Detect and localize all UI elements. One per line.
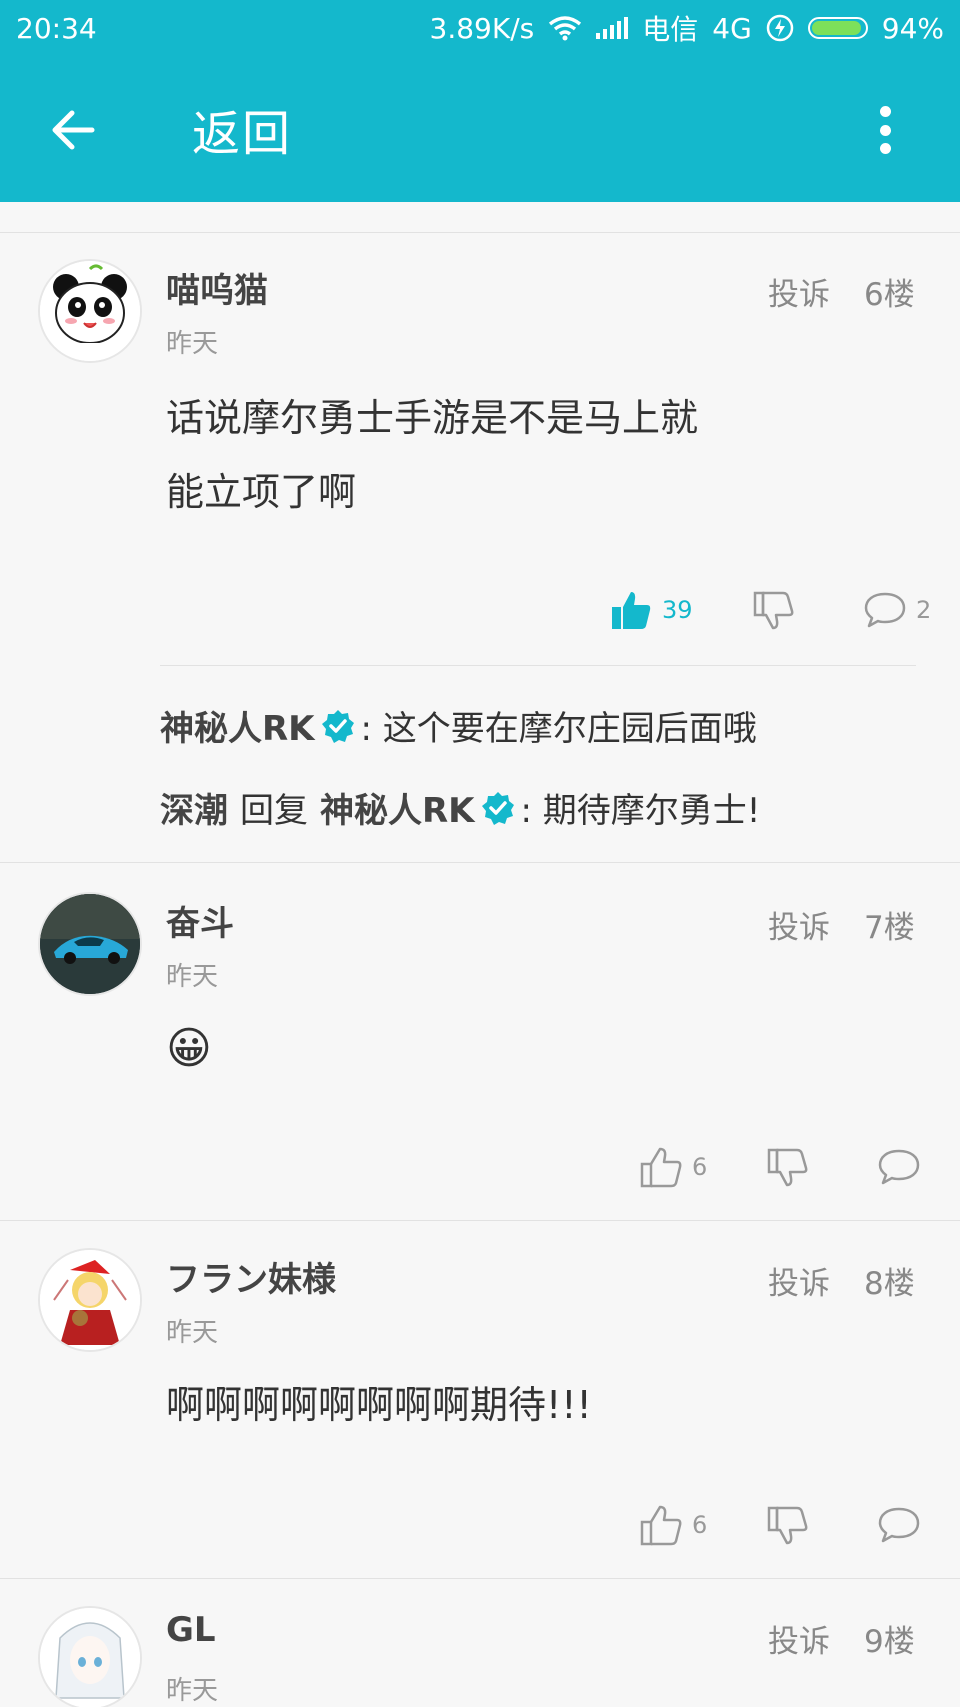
- app-bar: 返回: [0, 56, 960, 202]
- dislike-button[interactable]: [766, 1146, 808, 1188]
- back-button[interactable]: [44, 100, 104, 160]
- username[interactable]: GL: [166, 1610, 216, 1650]
- battery-percent: 94%: [881, 11, 944, 45]
- like-button[interactable]: 6: [640, 1504, 707, 1546]
- avatar[interactable]: [38, 1248, 142, 1352]
- thumbs-down-icon: [767, 1148, 808, 1187]
- wifi-icon: [549, 16, 582, 41]
- floor-number: 8楼: [864, 1266, 915, 1302]
- like-count: 6: [692, 1511, 708, 1539]
- floor-number: 7楼: [864, 910, 915, 946]
- car-avatar-icon: [40, 894, 140, 994]
- comment-item: フラン妹様 昨天 投诉 8楼 啊啊啊啊啊啊啊啊期待!!! 6: [0, 1222, 960, 1579]
- content-line: 话说摩尔勇士手游是不是马上就: [166, 396, 699, 440]
- thumbs-up-icon: [612, 592, 651, 629]
- post-time: 昨天: [166, 1676, 219, 1706]
- report-button[interactable]: 投诉: [768, 1258, 830, 1303]
- network-speed: 3.89K/s: [429, 11, 535, 45]
- floor-number: 6楼: [864, 277, 915, 313]
- reply-item[interactable]: 深潮 回复 神秘人RK : 期待摩尔勇士!: [160, 783, 760, 832]
- comment-count: 2: [916, 596, 932, 624]
- more-dot-icon: [879, 124, 891, 136]
- floor-number: 9楼: [864, 1624, 915, 1660]
- like-count: 6: [692, 1153, 708, 1181]
- carrier-name: 电信: [642, 13, 699, 46]
- username[interactable]: 奋斗: [166, 896, 234, 945]
- comment-button[interactable]: 2: [864, 591, 931, 629]
- like-count: 39: [662, 596, 693, 624]
- charging-icon: [766, 14, 794, 42]
- comment-item: GL 昨天 投诉 9楼: [0, 1580, 960, 1707]
- username[interactable]: フラン妹様: [166, 1252, 336, 1301]
- username[interactable]: 喵呜猫: [166, 263, 268, 312]
- status-bar: 20:34 3.89K/s 电信 4G 94%: [0, 0, 960, 56]
- thumbs-up-icon: [640, 1147, 682, 1188]
- panda-avatar-icon: [40, 261, 140, 361]
- post-content: 啊啊啊啊啊啊啊啊期待!!!: [166, 1383, 592, 1427]
- anime-girl-avatar-icon: [40, 1608, 140, 1707]
- comment-button[interactable]: [878, 1148, 920, 1186]
- more-dot-icon: [879, 143, 891, 154]
- like-button[interactable]: 6: [640, 1146, 707, 1188]
- report-button[interactable]: 投诉: [768, 269, 830, 314]
- comment-button[interactable]: [878, 1506, 920, 1544]
- status-time: 20:34: [16, 11, 97, 45]
- speech-bubble-icon: [878, 1149, 920, 1185]
- more-options-button[interactable]: [870, 100, 900, 160]
- verified-badge-icon: [321, 709, 354, 743]
- thumbs-down-icon: [753, 591, 794, 630]
- avatar[interactable]: [38, 1606, 142, 1707]
- post-time: 昨天: [166, 962, 219, 992]
- arrow-left-icon: [52, 110, 95, 150]
- reply-divider: [160, 665, 916, 666]
- post-content: 😀: [166, 1023, 212, 1074]
- report-button[interactable]: 投诉: [768, 902, 830, 947]
- reply-author[interactable]: 深潮: [160, 783, 228, 832]
- thumbs-down-icon: [767, 1506, 808, 1545]
- reply-author[interactable]: 神秘人RK: [160, 701, 315, 750]
- reply-verb: 回复: [240, 791, 308, 831]
- reply-target[interactable]: 神秘人RK: [320, 783, 475, 832]
- page-title[interactable]: 返回: [192, 94, 292, 164]
- anime-girl-avatar-icon: [40, 1250, 140, 1350]
- speech-bubble-icon: [878, 1507, 920, 1543]
- signal-icon: [596, 17, 629, 39]
- reply-text: : 期待摩尔勇士!: [520, 791, 761, 831]
- avatar[interactable]: [38, 259, 142, 363]
- more-dot-icon: [879, 106, 891, 117]
- dislike-button[interactable]: [766, 1504, 808, 1546]
- post-time: 昨天: [166, 329, 219, 359]
- comment-item: 奋斗 昨天 投诉 7楼 😀 6: [0, 864, 960, 1221]
- report-button[interactable]: 投诉: [768, 1616, 830, 1661]
- content-line: 能立项了啊: [166, 470, 357, 514]
- post-time: 昨天: [166, 1318, 219, 1348]
- dislike-button[interactable]: [752, 589, 794, 631]
- verified-badge-icon: [481, 791, 514, 825]
- battery-icon: [807, 17, 868, 39]
- post-content: 话说摩尔勇士手游是不是马上就 能立项了啊: [166, 381, 698, 529]
- avatar[interactable]: [38, 892, 142, 996]
- speech-bubble-icon: [864, 592, 906, 628]
- reply-item[interactable]: 神秘人RK : 这个要在摩尔庄园后面哦: [160, 701, 757, 750]
- network-type: 4G: [712, 11, 752, 45]
- thumbs-up-icon: [640, 1505, 682, 1546]
- comment-item: 喵呜猫 昨天 投诉 6楼 话说摩尔勇士手游是不是马上就 能立项了啊 39 2 神…: [0, 233, 960, 863]
- reply-text: : 这个要在摩尔庄园后面哦: [360, 709, 757, 749]
- like-button[interactable]: 39: [610, 589, 693, 631]
